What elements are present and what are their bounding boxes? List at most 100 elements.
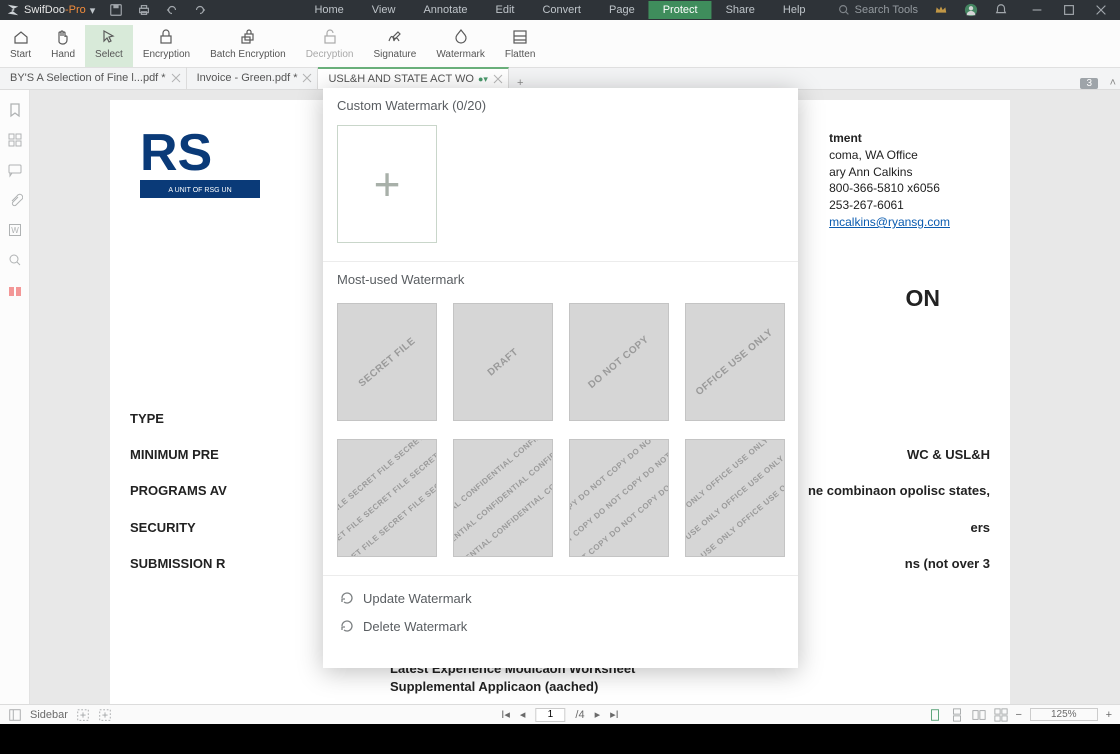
doc-heading-tail: ON xyxy=(906,285,941,312)
menu-help[interactable]: Help xyxy=(769,1,820,19)
zoom-out-icon[interactable]: − xyxy=(1016,709,1022,721)
ribbon-watermark-icon xyxy=(452,28,470,46)
print-icon[interactable] xyxy=(137,3,151,17)
watermark-preset[interactable]: CONFIDENTIAL CONFIDENTIAL CONFIDENTIALCO… xyxy=(453,439,553,557)
add-zone2-icon[interactable] xyxy=(98,708,112,722)
comments-icon[interactable] xyxy=(7,162,23,178)
watermark-preset[interactable]: SECRET FILE SECRET FILE SECRET FILESECRE… xyxy=(337,439,437,557)
menu-convert[interactable]: Convert xyxy=(528,1,595,19)
view-single-icon[interactable] xyxy=(928,708,942,722)
update-watermark-label: Update Watermark xyxy=(363,591,472,606)
page-total: /4 xyxy=(575,709,584,721)
ribbon-select-icon xyxy=(100,28,118,46)
add-zone-icon[interactable] xyxy=(76,708,90,722)
last-page-icon[interactable]: ▸I xyxy=(610,708,619,721)
search-placeholder: Search Tools xyxy=(855,4,918,16)
gift-icon[interactable] xyxy=(7,282,23,298)
document-tab[interactable]: BY'S A Selection of Fine l...pdf * xyxy=(0,67,187,89)
menu-share[interactable]: Share xyxy=(712,1,769,19)
delete-watermark-button[interactable]: Delete Watermark xyxy=(335,612,786,640)
search-tools[interactable]: Search Tools xyxy=(837,3,918,17)
user-icon[interactable] xyxy=(964,3,978,17)
tab-close-icon[interactable] xyxy=(493,74,503,84)
ribbon-batch-encryption[interactable]: Batch Encryption xyxy=(200,25,296,67)
plus-icon: + xyxy=(374,157,401,211)
zoom-in-icon[interactable]: + xyxy=(1106,709,1112,721)
ribbon-encryption[interactable]: Encryption xyxy=(133,25,200,67)
email-link[interactable]: mcalkins@ryansg.com xyxy=(829,215,950,229)
status-bar: Sidebar I◂ ◂ /4 ▸ ▸I − 125% + xyxy=(0,704,1120,724)
ribbon-start[interactable]: Start xyxy=(0,25,41,67)
custom-watermark-title: Custom Watermark (0/20) xyxy=(323,88,798,115)
bookmark-icon[interactable] xyxy=(7,102,23,118)
menu-protect[interactable]: Protect xyxy=(649,1,712,19)
department-block: tment coma, WA Office ary Ann Calkins 80… xyxy=(829,130,950,231)
menu-home[interactable]: Home xyxy=(300,1,357,19)
menu-edit[interactable]: Edit xyxy=(482,1,529,19)
crown-icon[interactable] xyxy=(934,3,948,17)
maximize-icon[interactable] xyxy=(1062,3,1076,17)
undo-icon[interactable] xyxy=(165,3,179,17)
menu-page[interactable]: Page xyxy=(595,1,649,19)
tab-close-icon[interactable] xyxy=(171,73,181,83)
save-icon[interactable] xyxy=(109,3,123,17)
ribbon-signature-icon xyxy=(386,28,404,46)
page-input[interactable] xyxy=(535,708,565,722)
tab-bar: BY'S A Selection of Fine l...pdf *Invoic… xyxy=(0,68,1120,90)
titlebar: SwifDoo-Pro ▾ HomeViewAnnotateEditConver… xyxy=(0,0,1120,20)
refresh-icon xyxy=(339,618,355,634)
close-icon[interactable] xyxy=(1094,3,1108,17)
first-page-icon[interactable]: I◂ xyxy=(501,708,510,721)
page-count-badge: 3 xyxy=(1080,78,1098,89)
watermark-preset[interactable]: DO NOT COPY xyxy=(569,303,669,421)
view-continuous-icon[interactable] xyxy=(950,708,964,722)
view-facing-icon[interactable] xyxy=(972,708,986,722)
watermark-preset[interactable]: OFFICE USE ONLY OFFICE USE ONLY OFFICEOF… xyxy=(685,439,785,557)
ribbon-encryption-icon xyxy=(157,28,175,46)
thumbnails-icon[interactable] xyxy=(7,132,23,148)
watermark-preset[interactable]: SECRET FILE xyxy=(337,303,437,421)
minimize-icon[interactable] xyxy=(1030,3,1044,17)
most-used-title: Most-used Watermark xyxy=(323,262,798,289)
search-icon xyxy=(837,3,851,17)
ribbon-start-icon xyxy=(12,28,30,46)
watermark-preset[interactable]: DO NOT COPY DO NOT COPY DO NOT COPYDO NO… xyxy=(569,439,669,557)
refresh-icon xyxy=(339,590,355,606)
ribbon-select[interactable]: Select xyxy=(85,25,133,67)
ribbon: StartHandSelectEncryptionBatch Encryptio… xyxy=(0,20,1120,68)
update-watermark-button[interactable]: Update Watermark xyxy=(335,584,786,612)
watermark-preset[interactable]: DRAFT xyxy=(453,303,553,421)
view-facing-cont-icon[interactable] xyxy=(994,708,1008,722)
document-tab[interactable]: Invoice - Green.pdf * xyxy=(187,67,319,89)
app-name: SwifDoo-Pro xyxy=(24,4,86,16)
attachments-icon[interactable] xyxy=(7,192,23,208)
collapse-ribbon-icon[interactable]: ˄ xyxy=(1110,77,1116,89)
watermark-panel: Custom Watermark (0/20) + Most-used Wate… xyxy=(323,88,798,668)
watermark-preset[interactable]: OFFICE USE ONLY xyxy=(685,303,785,421)
next-page-icon[interactable]: ▸ xyxy=(595,708,601,721)
ribbon-flatten[interactable]: Flatten xyxy=(495,25,546,67)
app-menu-dropdown-icon[interactable]: ▾ xyxy=(90,4,96,17)
ribbon-hand[interactable]: Hand xyxy=(41,25,85,67)
svg-text:RS: RS xyxy=(140,124,212,182)
sidebar-label[interactable]: Sidebar xyxy=(30,709,68,721)
redo-icon[interactable] xyxy=(193,3,207,17)
main-menu: HomeViewAnnotateEditConvertPageProtectSh… xyxy=(300,1,819,19)
prev-page-icon[interactable]: ◂ xyxy=(520,708,526,721)
svg-text:A UNIT OF RSG UN: A UNIT OF RSG UN xyxy=(168,187,231,194)
menu-annotate[interactable]: Annotate xyxy=(409,1,481,19)
ribbon-decryption-icon xyxy=(321,28,339,46)
company-logo: RS A UNIT OF RSG UN xyxy=(140,120,260,205)
search-panel-icon[interactable] xyxy=(7,252,23,268)
document-tab[interactable]: USL&H AND STATE ACT WO●▾ xyxy=(318,67,508,89)
bell-icon[interactable] xyxy=(994,3,1008,17)
add-watermark-button[interactable]: + xyxy=(337,125,437,243)
tab-close-icon[interactable] xyxy=(302,73,312,83)
sidebar-toggle-icon[interactable] xyxy=(8,708,22,722)
app-logo-icon xyxy=(6,3,20,17)
menu-view[interactable]: View xyxy=(358,1,410,19)
zoom-level[interactable]: 125% xyxy=(1030,708,1098,721)
word-icon[interactable]: W xyxy=(7,222,23,238)
ribbon-watermark[interactable]: Watermark xyxy=(426,25,495,67)
ribbon-signature[interactable]: Signature xyxy=(364,25,427,67)
